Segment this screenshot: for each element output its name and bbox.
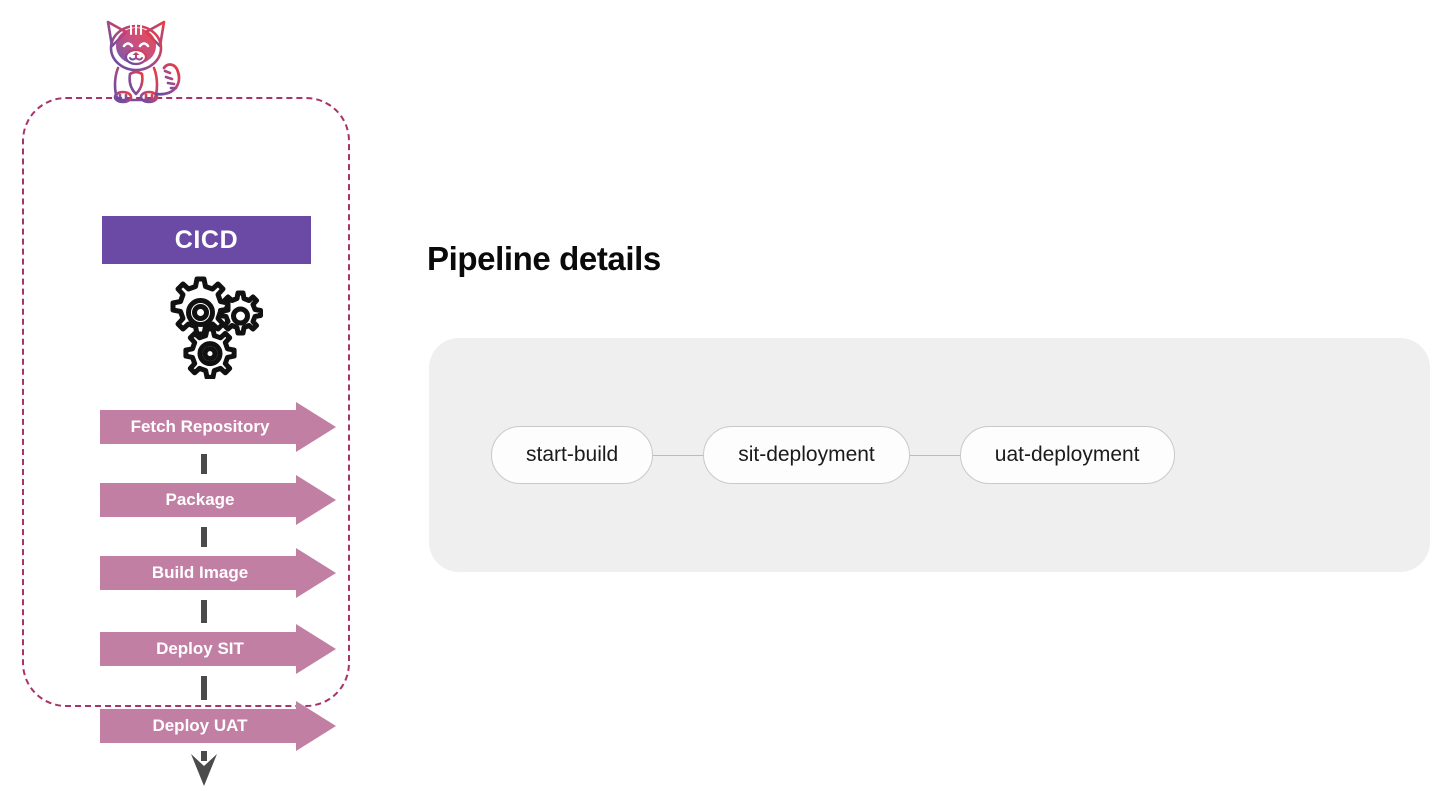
cicd-group-container: CICD Fetch Repository Package Build Imag… [22, 97, 350, 786]
flow-end-arrowhead-icon [190, 754, 218, 786]
pipeline-step-label: Build Image [151, 563, 249, 582]
pipeline-node-connector [909, 454, 960, 456]
pipeline-step-label: Deploy UAT [152, 716, 248, 735]
cicd-title-label: CICD [174, 225, 239, 254]
pipeline-step-arrow: Fetch Repository [100, 402, 336, 452]
pipeline-node-uat-deployment[interactable]: uat-deployment [959, 426, 1175, 484]
flow-connector-dash [201, 600, 207, 623]
pipeline-details-panel: start-build sit-deployment uat-deploymen… [429, 338, 1430, 572]
pipeline-step-label: Package [165, 490, 235, 509]
pipeline-node-row: start-build sit-deployment uat-deploymen… [429, 338, 1430, 572]
flow-connector-dash [201, 454, 207, 474]
pipeline-step-label: Fetch Repository [130, 417, 270, 436]
pipeline-step-label: Deploy SIT [156, 639, 244, 658]
gears-icon [153, 271, 265, 380]
pipeline-step-arrow: Build Image [100, 548, 336, 598]
pipeline-step-arrow: Deploy SIT [100, 624, 336, 674]
pipeline-node-sit-deployment[interactable]: sit-deployment [703, 426, 910, 484]
cat-mascot-icon [86, 12, 186, 107]
cicd-title-bar: CICD [102, 216, 311, 264]
page-title: Pipeline details [427, 240, 661, 277]
pipeline-node-start-build[interactable]: start-build [491, 426, 654, 484]
flow-connector-dash [201, 527, 207, 547]
pipeline-step-arrow: Package [100, 475, 336, 525]
flow-connector-dash [201, 676, 207, 700]
pipeline-node-connector [653, 454, 704, 456]
pipeline-step-arrow: Deploy UAT [100, 701, 336, 751]
